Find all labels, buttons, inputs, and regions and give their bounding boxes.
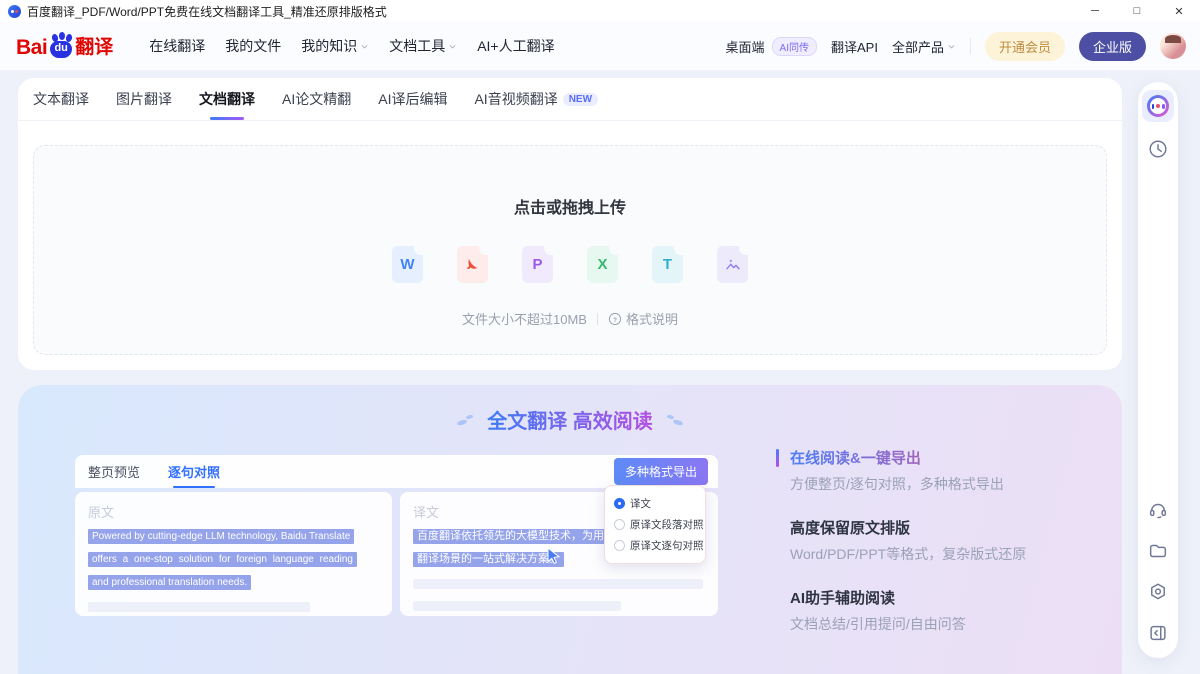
radio-icon[interactable] [614,540,625,551]
word-file-icon: W [392,246,423,283]
app-window: 百度翻译_PDF/Word/PPT免费在线文档翻译工具_精准还原排版格式 ─ □… [0,0,1200,674]
app-favicon-icon [8,5,21,18]
placeholder-bar [413,601,621,611]
customer-service-icon[interactable] [1147,499,1169,521]
radio-icon[interactable] [614,519,625,530]
window-titlebar: 百度翻译_PDF/Word/PPT免费在线文档翻译工具_精准还原排版格式 ─ □… [0,0,1200,22]
menu-option-translation-only[interactable]: 译文 [614,493,696,514]
source-label: 原文 [88,502,379,521]
source-line: offers a one-stop solution for foreign l… [88,552,357,567]
right-sidebar [1138,82,1178,658]
new-badge: NEW [563,93,598,106]
chevron-down-icon [448,42,457,51]
svg-text:?: ? [613,316,617,323]
nav-item-all-products[interactable]: 全部产品 [892,37,956,56]
tab-sentence-compare[interactable]: 逐句对照 [168,455,220,488]
txt-file-icon: T [652,246,683,283]
ai-simultaneous-badge: AI同传 [772,37,817,56]
active-indicator-bar [776,449,779,467]
upload-note: 文件大小不超过10MB ? 格式说明 [462,309,678,328]
placeholder-bar [88,602,310,612]
logo-du-text: du [48,42,74,54]
promo-section: 全文翻译 高效阅读 整页预览 逐句对照 多种格式导出 原文 Powered by… [18,385,1122,674]
nav-item-translate-api[interactable]: 翻译API [831,37,878,56]
pdf-file-icon [457,246,488,283]
source-line: and professional translation needs. [88,575,251,590]
window-controls: ─ □ ✕ [1074,0,1200,22]
promo-heading: 全文翻译 高效阅读 [487,405,653,434]
feature-layout-preserve: 高度保留原文排版 Word/PDF/PPT等格式，复杂版式还原 [790,517,1026,564]
mouse-cursor-icon [545,547,561,565]
feature-online-reading: 在线阅读&一键导出 方便整页/逐句对照，多种格式导出 [790,447,1004,494]
format-help-link[interactable]: ? 格式说明 [608,309,678,328]
excel-file-icon: X [587,246,618,283]
export-format-menu: 译文 原译文段落对照 原译文逐句对照 [604,485,706,564]
enterprise-button[interactable]: 企业版 [1079,32,1146,61]
tab-document-translate[interactable]: 文档翻译 [199,78,255,120]
source-text-panel: 原文 Powered by cutting-edge LLM technolog… [75,492,392,616]
source-line: Powered by cutting-edge LLM technology, … [88,529,354,544]
files-folder-icon[interactable] [1147,540,1169,562]
nav-item-online-translate[interactable]: 在线翻译 [149,36,205,56]
baidu-paw-icon: du [48,34,74,58]
menu-option-paragraph-compare[interactable]: 原译文段落对照 [614,514,696,535]
sparkle-left-icon [457,414,473,426]
note-divider [597,313,598,325]
translate-mode-tabs: 文本翻译 图片翻译 文档翻译 AI论文精翻 AI译后编辑 AI音视频翻译NEW [18,78,1122,121]
chevron-down-icon [360,42,369,51]
nav-item-my-files[interactable]: 我的文件 [225,36,281,56]
tab-image-translate[interactable]: 图片翻译 [116,78,172,120]
chevron-down-icon [947,42,956,51]
nav-item-desktop-client[interactable]: 桌面端 AI同传 [726,37,817,56]
question-circle-icon: ? [608,312,622,326]
window-title: 百度翻译_PDF/Word/PPT免费在线文档翻译工具_精准还原排版格式 [27,3,387,20]
nav-item-ai-human-translate[interactable]: AI+人工翻译 [477,36,554,56]
nav-menu: 在线翻译 我的文件 我的知识 文档工具 AI+人工翻译 [149,36,554,56]
close-button[interactable]: ✕ [1158,0,1200,22]
close-icon: ✕ [1174,5,1183,18]
nav-divider [970,38,971,54]
logo-translate-text: 翻译 [75,38,113,58]
nav-item-my-knowledge[interactable]: 我的知识 [301,36,369,56]
target-line: 翻译场景的一站式解决方案。 [413,552,564,567]
ppt-file-icon: P [522,246,553,283]
sparkle-right-icon [667,414,683,426]
supported-file-types: W P X T [392,246,748,283]
top-navbar: Bai du 翻译 在线翻译 我的文件 我的知识 文档工具 AI+人工翻译 桌面… [0,22,1200,70]
maximize-icon: □ [1134,5,1141,17]
collapse-sidebar-icon[interactable] [1147,622,1169,644]
baidu-translate-logo[interactable]: Bai du 翻译 [16,34,113,58]
minimize-icon: ─ [1091,5,1099,17]
maximize-button[interactable]: □ [1116,0,1158,22]
tab-ai-post-edit[interactable]: AI译后编辑 [378,78,447,120]
open-vip-button[interactable]: 开通会员 [985,32,1065,61]
tab-text-translate[interactable]: 文本翻译 [33,78,89,120]
target-line: 百度翻译依托领先的大模型技术，为用户提 [413,529,630,544]
preview-toolbar: 整页预览 逐句对照 多种格式导出 [75,455,718,488]
minimize-button[interactable]: ─ [1074,0,1116,22]
nav-right: 桌面端 AI同传 翻译API 全部产品 开通会员 企业版 [726,22,1186,70]
image-file-icon [717,246,748,283]
history-clock-icon[interactable] [1147,138,1169,160]
tab-ai-paper-translate[interactable]: AI论文精翻 [282,78,351,120]
radio-selected-icon[interactable] [614,498,625,509]
document-translate-card: 文本翻译 图片翻译 文档翻译 AI论文精翻 AI译后编辑 AI音视频翻译NEW … [18,78,1122,370]
file-size-limit: 文件大小不超过10MB [462,309,587,328]
placeholder-bar [413,579,703,589]
tab-full-page-preview[interactable]: 整页预览 [88,455,140,488]
feature-ai-assistant: AI助手辅助阅读 文档总结/引用提问/自由问答 [790,587,966,634]
upload-title: 点击或拖拽上传 [514,194,626,218]
nav-item-doc-tools[interactable]: 文档工具 [389,36,457,56]
settings-icon[interactable] [1147,581,1169,603]
tab-ai-av-translate[interactable]: AI音视频翻译NEW [474,78,598,120]
ai-assistant-icon[interactable] [1142,90,1174,122]
logo-bai-text: Bai [16,37,47,58]
multi-format-export-button[interactable]: 多种格式导出 [614,458,708,485]
upload-dropzone[interactable]: 点击或拖拽上传 W P X T 文件大小不超过10MB ? 格式说明 [33,145,1107,355]
user-avatar[interactable] [1160,33,1186,59]
menu-option-sentence-compare[interactable]: 原译文逐句对照 [614,535,696,556]
